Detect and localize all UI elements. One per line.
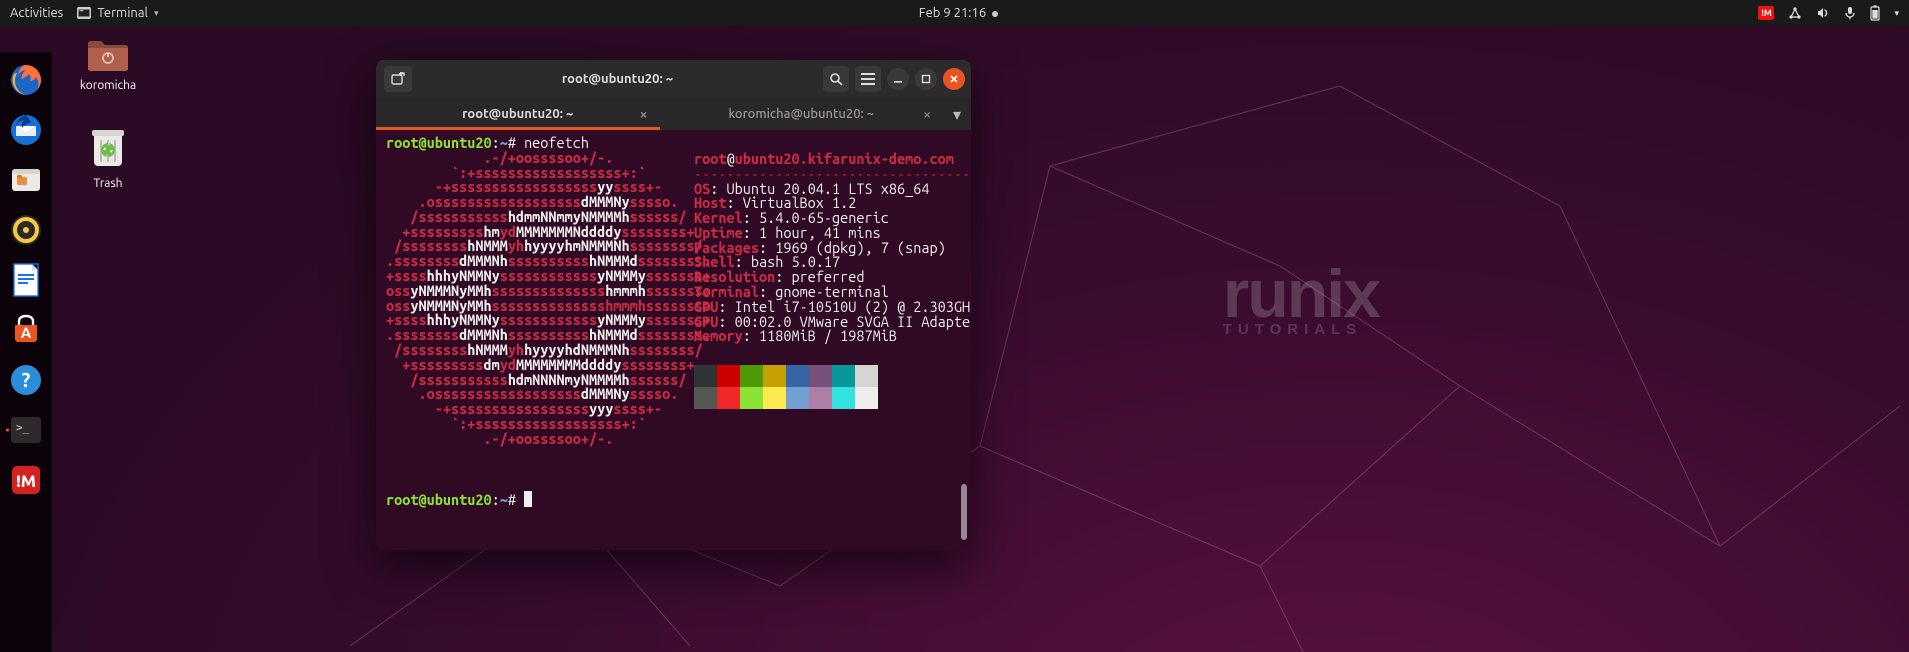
neofetch-ascii-logo: .-/+oossssoo+/-. `:+ssssssssssssssssss+:… <box>386 149 711 447</box>
watermark: runix TUTORIALS <box>1223 271 1379 335</box>
system-menu-chevron-icon[interactable]: ▾ <box>1894 8 1899 19</box>
neofetch-palette-row1 <box>694 365 971 387</box>
tab-label: koromicha@ubuntu20: ~ <box>728 107 874 121</box>
dock-help[interactable]: ? <box>4 358 48 402</box>
neofetch-palette-row2 <box>694 387 971 409</box>
dock-libreoffice-writer[interactable] <box>4 258 48 302</box>
terminal-cursor <box>524 491 532 507</box>
mic-icon[interactable] <box>1844 6 1856 20</box>
desktop[interactable]: runix TUTORIALS A ? >_ !M <box>0 26 1909 652</box>
notification-dot-icon <box>992 11 998 17</box>
tab-close-icon[interactable]: × <box>640 106 648 122</box>
activities-button[interactable]: Activities <box>10 6 63 20</box>
tabs-more-button[interactable]: ▾ <box>943 98 971 130</box>
svg-text:!M: !M <box>16 472 36 491</box>
window-titlebar[interactable]: root@ubuntu20: ~ <box>376 60 971 98</box>
dock-nomachine[interactable]: !M <box>4 458 48 502</box>
panel-clock[interactable]: Feb 9 21:16 <box>168 6 1748 20</box>
gnome-top-panel: Activities Terminal ▾ Feb 9 21:16 !M ▾ <box>0 0 1909 26</box>
svg-text:A: A <box>21 324 32 341</box>
dock-terminal[interactable]: >_ <box>4 408 48 452</box>
thermal-indicator-icon[interactable]: !M <box>1758 6 1774 20</box>
network-icon[interactable] <box>1788 6 1802 20</box>
desktop-trash-label: Trash <box>68 177 148 190</box>
panel-app-menu[interactable]: Terminal ▾ <box>77 6 158 20</box>
neofetch-info-block: root@ubuntu20.kifarunix-demo.com -------… <box>694 152 971 409</box>
dock-files[interactable] <box>4 158 48 202</box>
window-title: root@ubuntu20: ~ <box>412 72 823 86</box>
dock-firefox[interactable] <box>4 58 48 102</box>
tab-label: root@ubuntu20: ~ <box>462 107 573 121</box>
tab-root[interactable]: root@ubuntu20: ~ × <box>376 98 660 130</box>
svg-text:>_: >_ <box>16 421 30 434</box>
app-menu-chevron-icon: ▾ <box>154 8 159 19</box>
new-tab-button[interactable] <box>384 66 412 92</box>
hamburger-menu-button[interactable] <box>855 66 881 92</box>
volume-icon[interactable] <box>1816 6 1830 20</box>
tab-strip: root@ubuntu20: ~ × koromicha@ubuntu20: ~… <box>376 98 971 130</box>
panel-app-label: Terminal <box>97 6 148 20</box>
terminal-window: root@ubuntu20: ~ root@ubuntu20: ~ × koro… <box>376 60 971 550</box>
search-button[interactable] <box>823 66 849 92</box>
dock-rhythmbox[interactable] <box>4 208 48 252</box>
minimize-button[interactable] <box>887 68 909 90</box>
battery-icon[interactable] <box>1870 5 1880 21</box>
desktop-trash[interactable]: Trash <box>68 126 148 190</box>
terminal-scrollbar[interactable] <box>961 484 967 540</box>
dock: A ? >_ !M <box>0 52 52 652</box>
dock-software[interactable]: A <box>4 308 48 352</box>
maximize-button[interactable] <box>915 68 937 90</box>
dock-thunderbird[interactable] <box>4 108 48 152</box>
tab-koromicha[interactable]: koromicha@ubuntu20: ~ × <box>660 98 944 130</box>
tab-close-icon[interactable]: × <box>923 106 931 122</box>
svg-text:?: ? <box>22 368 31 391</box>
desktop-folder-koromicha[interactable]: koromicha <box>68 36 148 92</box>
close-button[interactable] <box>943 68 965 90</box>
terminal-body[interactable]: root@ubuntu20:~# neofetch .-/+oossssoo+/… <box>376 130 971 550</box>
desktop-folder-label: koromicha <box>68 79 148 92</box>
